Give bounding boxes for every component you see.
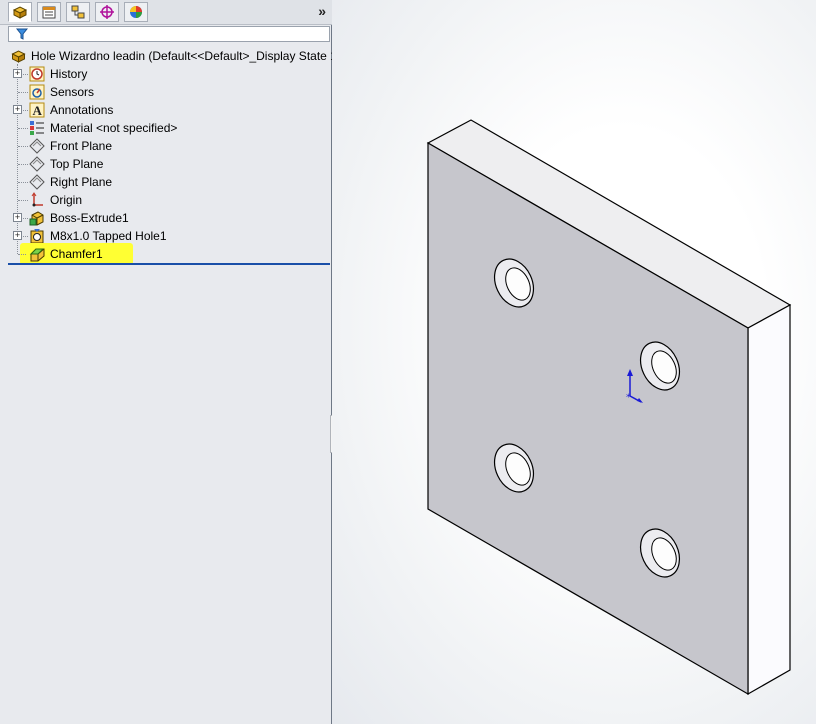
tree-filter-input[interactable] <box>8 26 330 42</box>
annotations-icon: A <box>29 102 45 118</box>
tree-item-boss-extrude1[interactable]: + Boss-Extrude1 <box>0 209 330 227</box>
tree-item-right-plane[interactable]: Right Plane <box>0 173 330 191</box>
tab-feature-manager[interactable] <box>8 2 32 22</box>
filter-icon <box>16 28 28 40</box>
tab-dimxpert-manager[interactable] <box>95 2 119 22</box>
tree-item-label: Annotations <box>50 103 114 117</box>
tree-branch <box>18 254 26 255</box>
configuration-manager-icon <box>71 5 85 19</box>
tree-item-label: M8x1.0 Tapped Hole1 <box>50 229 167 243</box>
tree-item-sensors[interactable]: Sensors <box>0 83 330 101</box>
tree-item-label: Material <not specified> <box>50 121 178 135</box>
property-manager-icon <box>42 6 56 19</box>
plane-icon <box>29 156 45 172</box>
tree-item-label: Boss-Extrude1 <box>50 211 129 225</box>
tree-item-origin[interactable]: Origin <box>0 191 330 209</box>
origin-icon <box>31 192 43 207</box>
expand-toggle[interactable]: + <box>13 69 22 78</box>
expand-toggle[interactable]: + <box>13 213 22 222</box>
part-icon <box>11 50 26 63</box>
chamfer-icon <box>29 248 45 262</box>
dimxpert-icon <box>100 5 114 19</box>
graphics-area[interactable]: * <box>332 0 816 724</box>
tree-item-top-plane[interactable]: Top Plane <box>0 155 330 173</box>
sensors-icon <box>29 84 45 100</box>
expand-toggle[interactable]: + <box>13 105 22 114</box>
rollback-bar[interactable] <box>8 263 330 265</box>
hole-wizard-icon <box>30 229 44 244</box>
tree-item-label: History <box>50 67 88 81</box>
tree-item-annotations[interactable]: + A Annotations <box>0 101 330 119</box>
expand-toggle[interactable]: + <box>13 231 22 240</box>
tree-item-material[interactable]: Material <not specified> <box>0 119 330 137</box>
material-icon <box>30 121 44 135</box>
tree-item-label: Top Plane <box>50 157 104 171</box>
tree-item-front-plane[interactable]: Front Plane <box>0 137 330 155</box>
part-model[interactable]: * <box>332 0 816 724</box>
tree-branch <box>18 182 28 183</box>
svg-text:*: * <box>626 393 631 403</box>
tab-property-manager[interactable] <box>37 2 61 22</box>
history-icon <box>29 66 45 82</box>
tree-item-label: Front Plane <box>50 139 113 153</box>
plane-icon <box>29 174 45 190</box>
tree-item-history[interactable]: + History <box>0 65 330 83</box>
feature-manager-panel: » Hole Wizardno leadin (Default<<Default… <box>0 0 348 724</box>
more-tabs-chevron[interactable]: » <box>318 3 326 19</box>
tab-configuration-manager[interactable] <box>66 2 90 22</box>
plate-side-face[interactable] <box>747 303 791 696</box>
manager-tab-bar: » <box>0 0 332 25</box>
tab-display-manager[interactable] <box>124 2 148 22</box>
tree-branch <box>18 164 28 165</box>
tree-branch <box>18 128 28 129</box>
extrude-icon <box>29 211 44 226</box>
tree-item-label: Sensors <box>50 85 95 99</box>
tree-root-label: Hole Wizardno leadin (Default<<Default>_… <box>31 49 348 63</box>
tree-item-label: Right Plane <box>50 175 113 189</box>
tree-item-label: Origin <box>50 193 83 207</box>
tree-branch <box>18 92 28 93</box>
tree-item-label: Chamfer1 <box>50 247 103 261</box>
tree-branch <box>18 146 28 147</box>
display-manager-icon <box>130 6 142 18</box>
tree-item-chamfer1[interactable]: Chamfer1 <box>0 243 330 265</box>
feature-manager-icon <box>12 6 28 19</box>
tree-root-part[interactable]: Hole Wizardno leadin (Default<<Default>_… <box>10 47 348 65</box>
tree-branch <box>18 200 28 201</box>
plane-icon <box>29 138 45 154</box>
svg-text:A: A <box>33 103 43 118</box>
